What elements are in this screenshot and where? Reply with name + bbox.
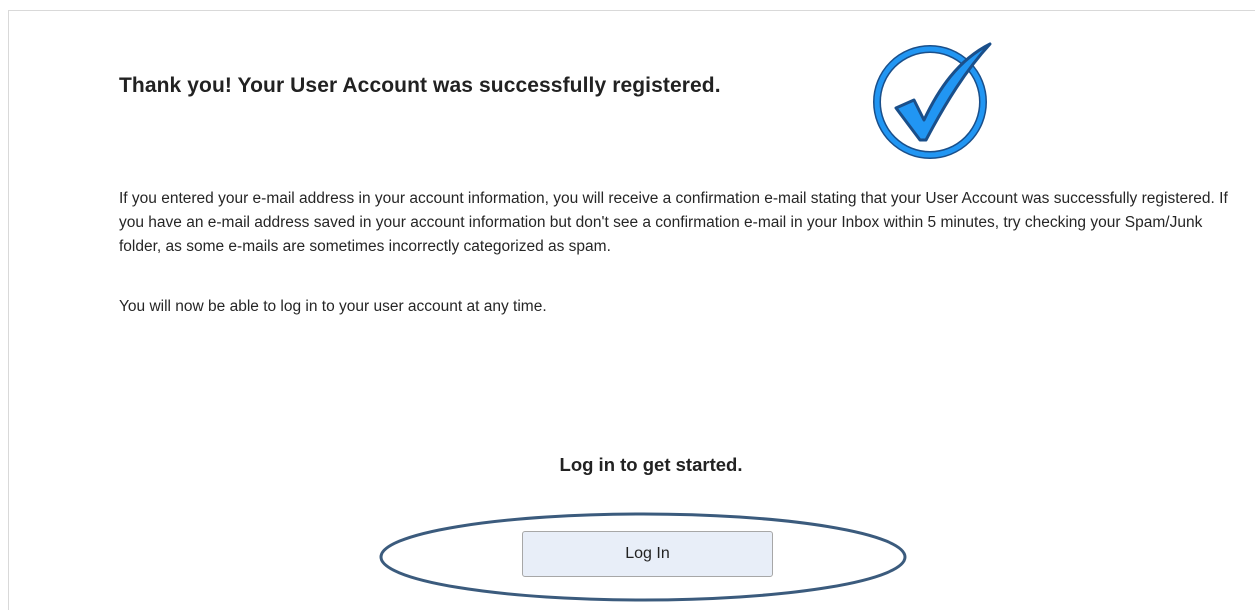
login-prompt: Log in to get started. xyxy=(559,454,743,475)
confirmation-message: If you entered your e-mail address in yo… xyxy=(119,190,1228,255)
login-button[interactable]: Log In xyxy=(522,531,773,577)
checkmark-circle-icon xyxy=(873,42,992,159)
login-availability-note: You will now be able to log in to your u… xyxy=(119,298,547,315)
success-title: Thank you! Your User Account was success… xyxy=(119,74,721,97)
